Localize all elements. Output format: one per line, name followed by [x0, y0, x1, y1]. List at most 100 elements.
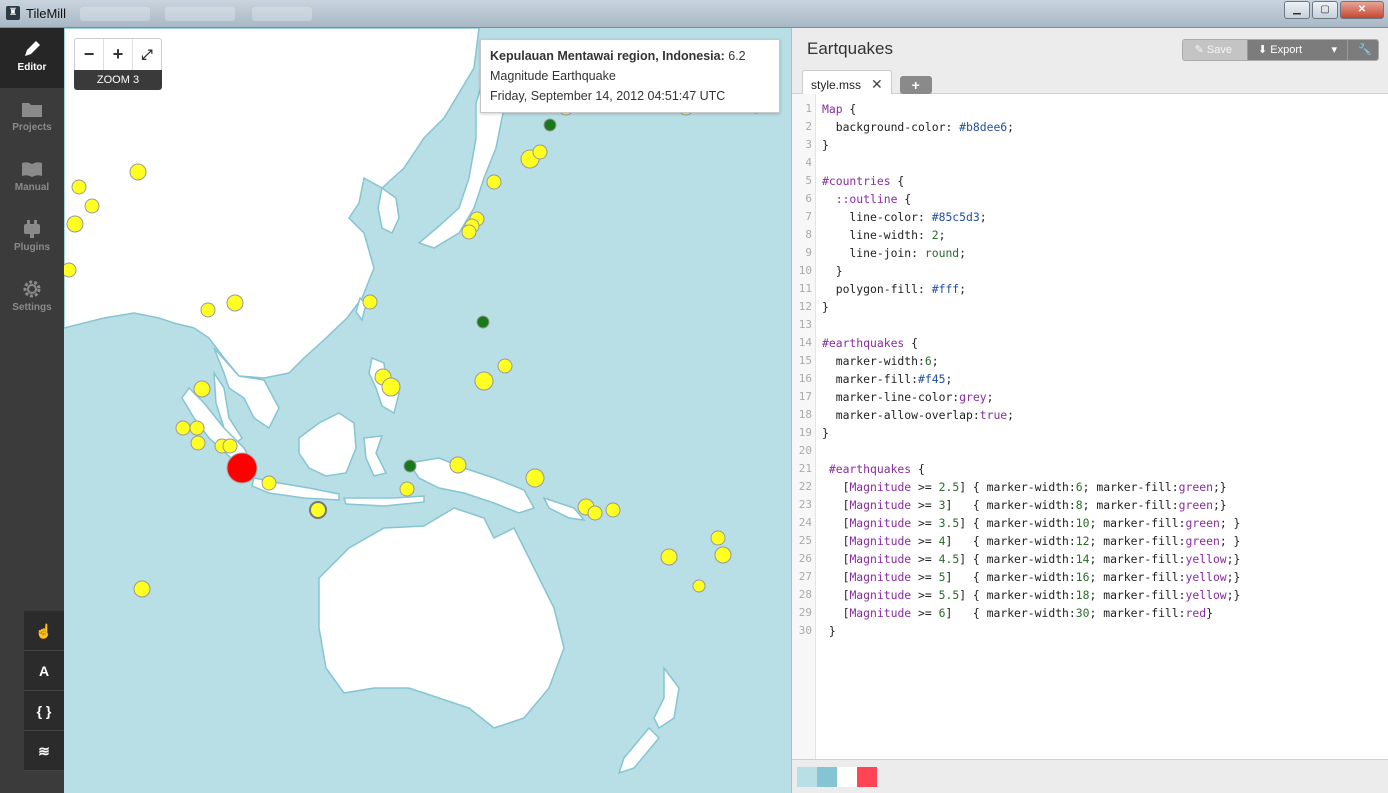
line-number: 4 [805, 156, 812, 169]
land-new-zealand [653, 665, 680, 730]
color-swatch[interactable] [837, 767, 857, 787]
line-number: 16 [798, 372, 812, 385]
settings-wrench-button[interactable]: 🔧 [1348, 40, 1378, 60]
line-number: 28 [798, 588, 812, 601]
layers-icon: ≋ [38, 743, 50, 759]
project-actions: ✎ Save ⬇ Export ▾ 🔧 [1181, 39, 1379, 61]
wrench-icon: 🔧 [1358, 44, 1372, 56]
earthquake-marker [605, 502, 621, 518]
line-number: 23 [798, 498, 812, 511]
code-text: [Magnitude >= 6] { marker-width:30; mark… [822, 606, 1213, 620]
earthquake-marker [200, 302, 216, 318]
earthquake-marker [84, 198, 100, 214]
stylesheet-tabs: style.mss ✕ + [802, 70, 932, 96]
code-editor[interactable]: 1 Map {2 background-color: #b8dee6; 3} 4 5 #c… [792, 94, 1388, 759]
save-label: Save [1206, 44, 1232, 56]
line-number: 25 [798, 534, 812, 547]
map-view[interactable]: − + ⤢ ZOOM 3 Kepulauan Mentawai region, … [64, 28, 791, 793]
code-text: [Magnitude >= 3] { marker-width:8; marke… [822, 498, 1227, 512]
earthquake-marker [461, 224, 477, 240]
color-swatch[interactable] [817, 767, 837, 787]
earthquake-marker [525, 468, 545, 488]
code-text: line-width: 2; [822, 228, 946, 242]
code-text: ::outline { [835, 192, 912, 206]
add-stylesheet-button[interactable]: + [899, 76, 932, 94]
sidebar-item-editor[interactable]: Editor [0, 28, 64, 88]
earthquake-marker [710, 530, 726, 546]
land-australia [318, 507, 565, 729]
zoom-out-button[interactable]: − [75, 39, 104, 71]
earthquake-marker [133, 580, 151, 598]
font-icon: A [38, 663, 50, 679]
earthquake-marker [129, 163, 147, 181]
close-tab-icon[interactable]: ✕ [871, 76, 883, 92]
line-number: 7 [805, 210, 812, 223]
folder-icon [0, 88, 64, 120]
code-text: background-color: #b8dee6; [822, 120, 1015, 134]
earthquake-marker [175, 420, 191, 436]
sidebar-item-projects[interactable]: Projects [0, 88, 64, 148]
sidebar-item-manual[interactable]: Manual [0, 148, 64, 208]
earthquake-marker [660, 548, 678, 566]
tab-style-mss[interactable]: style.mss ✕ [802, 70, 892, 96]
window-titlebar: ♜ TileMill ▁ ▢ ✕ [0, 0, 1388, 28]
land-sulawesi [363, 435, 388, 477]
code-text: [Magnitude >= 3.5] { marker-width:10; ma… [822, 516, 1241, 530]
app-sidebar: Editor Projects Manual Plugins Settings … [0, 28, 64, 793]
earthquake-marker [449, 456, 467, 474]
tooltip-time: Friday, September 14, 2012 04:51:47 UTC [490, 89, 726, 103]
line-number: 27 [798, 570, 812, 583]
fonts-tool-button[interactable]: A [24, 651, 64, 691]
plugin-icon [0, 208, 64, 240]
map-tools: ☝ A { } ≋ [24, 611, 64, 771]
sidebar-item-settings[interactable]: Settings [0, 268, 64, 328]
hand-tool-button[interactable]: ☝ [24, 611, 64, 651]
zoom-in-button[interactable]: + [104, 39, 133, 71]
map-canvas[interactable] [64, 28, 791, 793]
code-text: } [822, 300, 829, 314]
earthquake-marker [497, 358, 513, 374]
minimize-button[interactable]: ▁ [1284, 1, 1310, 19]
color-swatch[interactable] [797, 767, 817, 787]
code-text: marker-allow-overlap:true; [822, 408, 1015, 422]
code-text: #earthquakes { [828, 462, 925, 476]
braces-icon: { } [36, 703, 52, 719]
close-window-button[interactable]: ✕ [1340, 1, 1384, 19]
code-text: [Magnitude >= 4] { marker-width:12; mark… [822, 534, 1241, 548]
code-text: [Magnitude >= 5] { marker-width:16; mark… [822, 570, 1241, 584]
project-title: Eartquakes [807, 39, 893, 58]
carto-tool-button[interactable]: { } [24, 691, 64, 731]
export-label: Export [1270, 44, 1303, 56]
titlebar-ghost-tab [80, 7, 150, 21]
earthquake-marker [226, 294, 244, 312]
tooltip-place: Kepulauan Mentawai region, Indonesia: [490, 49, 725, 63]
layers-tool-button[interactable]: ≋ [24, 731, 64, 771]
save-button[interactable]: ✎ Save [1182, 40, 1248, 60]
export-button[interactable]: ⬇ Export ▾ [1248, 40, 1348, 60]
line-number: 30 [798, 624, 812, 637]
code-text: } [822, 264, 843, 278]
line-number: 22 [798, 480, 812, 493]
earthquake-marker [587, 505, 603, 521]
code-text: #earthquakes { [822, 336, 919, 350]
sidebar-item-label: Editor [17, 62, 47, 73]
earthquake-marker [543, 118, 557, 132]
code-text: Map { [822, 102, 857, 116]
code-text: } [822, 138, 829, 152]
tilemill-logo-icon: ♜ [6, 6, 20, 20]
earthquake-marker [362, 294, 378, 310]
sidebar-item-plugins[interactable]: Plugins [0, 208, 64, 268]
code-text: } [822, 624, 836, 638]
earthquake-marker [261, 475, 277, 491]
line-number: 6 [805, 192, 812, 205]
line-number: 13 [798, 318, 812, 331]
code-text: line-join: round; [822, 246, 967, 260]
earthquake-marker [381, 377, 401, 397]
maximize-button[interactable]: ▢ [1312, 1, 1338, 19]
pencil-icon [0, 28, 64, 60]
earthquake-marker [532, 144, 548, 160]
color-swatch[interactable] [857, 767, 877, 787]
fullscreen-button[interactable]: ⤢ [133, 39, 161, 71]
zoom-control: − + ⤢ [74, 38, 162, 72]
sidebar-item-label: Plugins [13, 242, 51, 253]
